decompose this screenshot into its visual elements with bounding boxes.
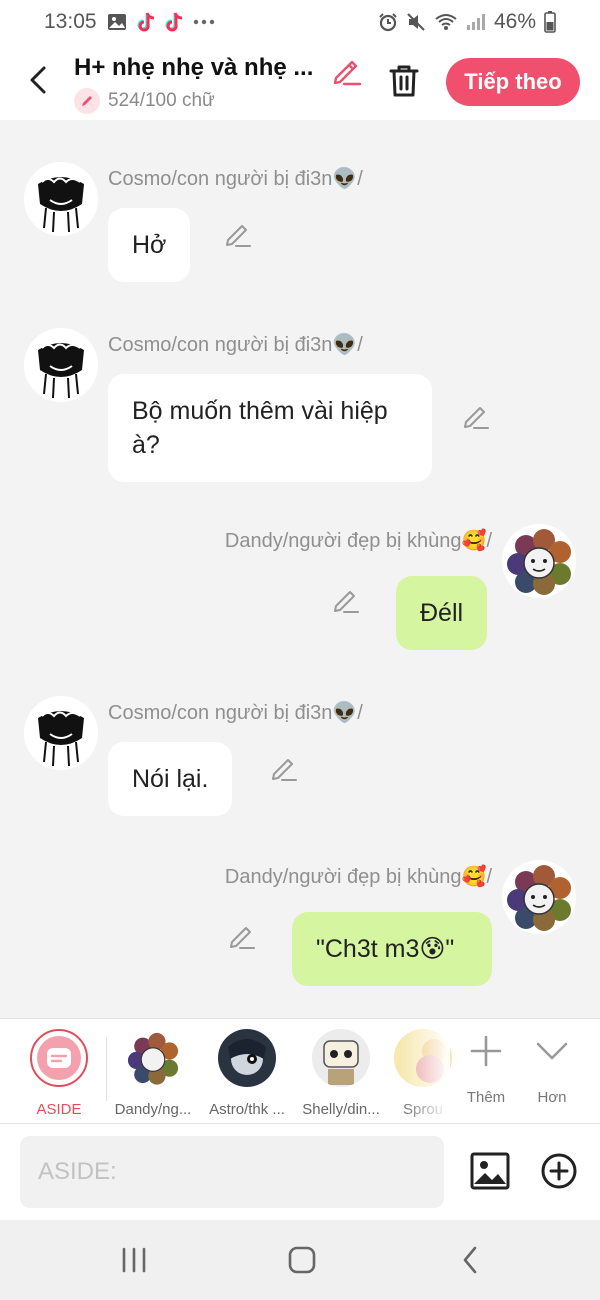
message-author: Cosmo/con người bị đi3n👽/: [108, 168, 363, 190]
edit-message-button[interactable]: [228, 922, 256, 950]
pencil-icon: [333, 60, 362, 86]
shelly-avatar: [312, 1029, 370, 1087]
dandy-avatar: [124, 1029, 182, 1087]
scroll-fade: [400, 1019, 450, 1123]
pencil-icon: [272, 759, 297, 781]
word-count-text: 524/100 chữ: [108, 90, 215, 111]
status-bar: 13:05 46%: [0, 0, 600, 44]
battery-icon: [544, 11, 556, 33]
message-author: Dandy/người đẹp bị khùng🥰/: [224, 866, 492, 888]
message-bubble[interactable]: Nói lại.: [108, 742, 233, 816]
system-navigation-bar: [0, 1220, 600, 1300]
recent-apps-icon: [122, 1247, 146, 1273]
pencil-icon: [464, 407, 489, 429]
character-label: ASIDE: [36, 1101, 82, 1118]
system-back-button[interactable]: [450, 1242, 490, 1278]
more-label: Hơn: [537, 1089, 567, 1106]
next-button[interactable]: Tiếp theo: [446, 58, 580, 106]
battery-percent: 46%: [493, 10, 536, 33]
story-title[interactable]: H+ nhẹ nhẹ và nhẹ ...: [74, 54, 324, 82]
pencil-icon: [334, 591, 359, 613]
character-astro[interactable]: Astro/thk ...: [202, 1029, 292, 1118]
character-shelly[interactable]: Shelly/din...: [296, 1029, 386, 1118]
more-button[interactable]: Hơn: [522, 1031, 582, 1106]
editor-header: H+ nhẹ nhẹ và nhẹ ... 524/100 chữ Tiếp t…: [0, 44, 600, 120]
image-icon: [470, 1152, 510, 1190]
message-bubble[interactable]: Đéll: [396, 576, 488, 650]
home-icon: [288, 1246, 316, 1274]
back-button[interactable]: [22, 62, 54, 98]
more-notifications-icon: [193, 19, 215, 25]
insert-image-button[interactable]: [470, 1152, 510, 1190]
edit-message-button[interactable]: [224, 220, 252, 248]
message-author: Cosmo/con người bị đi3n👽/: [108, 702, 363, 724]
character-dandy[interactable]: Dandy/ng...: [108, 1029, 198, 1118]
alarm-icon: [378, 12, 398, 32]
signal-icon: [466, 13, 486, 31]
status-time: 13:05: [44, 10, 97, 33]
aside-icon: [30, 1029, 88, 1087]
delete-button[interactable]: [386, 62, 422, 100]
cosmo-avatar[interactable]: [24, 696, 98, 770]
mute-icon: [406, 12, 426, 32]
gallery-notification-icon: [107, 13, 127, 31]
cosmo-avatar[interactable]: [24, 162, 98, 236]
composer: [0, 1124, 600, 1220]
trash-icon: [389, 65, 419, 97]
divider: [106, 1037, 107, 1101]
dandy-avatar[interactable]: [502, 524, 576, 598]
message-bubble[interactable]: "Ch3t m3😰": [292, 912, 492, 986]
add-character-label: Thêm: [466, 1089, 506, 1106]
dandy-avatar[interactable]: [502, 860, 576, 934]
home-button[interactable]: [282, 1242, 322, 1278]
tiktok-notification-icon: [165, 12, 183, 32]
edit-title-button[interactable]: [330, 54, 362, 86]
message-input[interactable]: [20, 1136, 444, 1208]
character-label: Shelly/din...: [302, 1101, 380, 1118]
cosmo-avatar[interactable]: [24, 328, 98, 402]
message-bubble[interactable]: Hở: [108, 208, 191, 282]
pencil-icon: [230, 927, 255, 949]
tiktok-notification-icon: [137, 12, 155, 32]
message-author: Cosmo/con người bị đi3n👽/: [108, 334, 363, 356]
edit-message-button[interactable]: [462, 402, 490, 430]
chevron-down-icon: [522, 1031, 582, 1071]
wifi-icon: [434, 13, 458, 31]
edit-message-button[interactable]: [332, 586, 360, 614]
astro-avatar: [218, 1029, 276, 1087]
character-selector: ASIDE Dandy/ng... Astro/thk ... Shelly/d…: [0, 1018, 600, 1124]
edit-message-button[interactable]: [270, 754, 298, 782]
pencil-badge-icon: [74, 88, 100, 114]
chevron-left-icon: [463, 1246, 477, 1274]
word-count: 524/100 chữ: [74, 88, 215, 114]
character-label: Astro/thk ...: [209, 1101, 285, 1118]
pencil-icon: [226, 225, 251, 247]
add-button[interactable]: [540, 1152, 578, 1190]
message-author: Dandy/người đẹp bị khùng🥰/: [224, 530, 492, 552]
chevron-left-icon: [30, 66, 46, 94]
plus-icon: [456, 1031, 516, 1071]
recent-apps-button[interactable]: [114, 1242, 154, 1278]
add-character-button[interactable]: Thêm: [456, 1031, 516, 1106]
chat-area[interactable]: Cosmo/con người bị đi3n👽/ Hở Cosmo/con n…: [0, 120, 600, 1018]
plus-circle-icon: [541, 1153, 577, 1189]
message-bubble[interactable]: Bộ muốn thêm vài hiệp à?: [108, 374, 432, 482]
character-aside[interactable]: ASIDE: [14, 1029, 104, 1118]
character-label: Dandy/ng...: [114, 1101, 192, 1118]
